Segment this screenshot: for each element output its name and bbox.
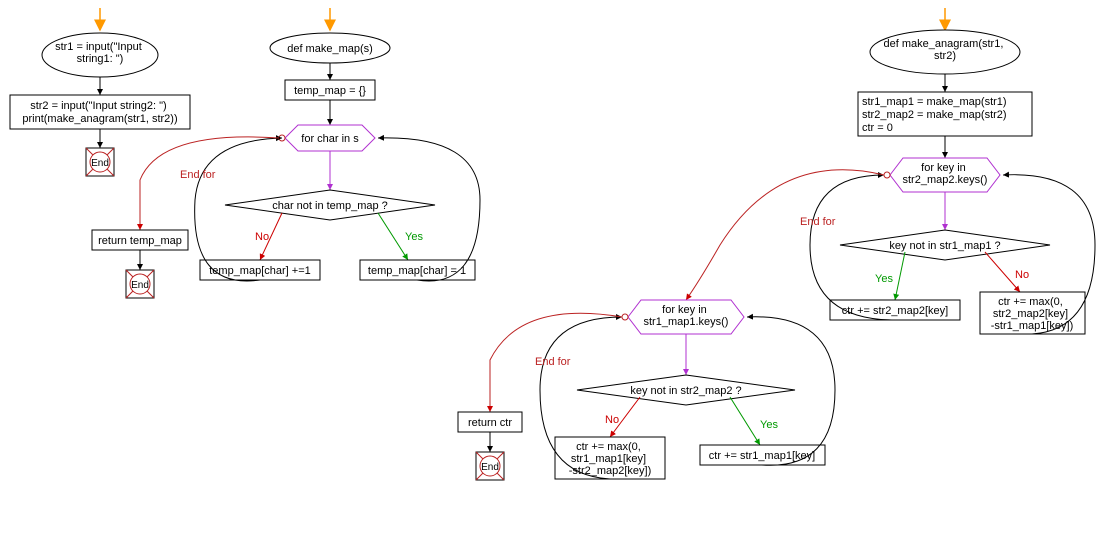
yes2-label: Yes [760,419,778,431]
no2-label: No [605,414,619,426]
end-for1-label: End for [800,216,836,228]
decision1-text: key not in str1_map1 ? [889,240,1000,252]
end-symbol-2: End [126,270,154,298]
decision2-text: key not in str2_map2 ? [630,385,741,397]
flowchart-main: str1 = input("Input string1: ") str2 = i… [10,8,190,176]
for-loop-text: for char in s [301,133,359,145]
end-symbol-3: End [476,452,504,480]
end-for-label: End for [180,169,216,181]
return-text: return temp_map [98,235,182,247]
end-label-3: End [481,462,499,473]
flowchart-make-anagram: def make_anagram(str1, str2) str1_map1 =… [458,8,1095,480]
init-text: temp_map = {} [294,85,366,97]
end-label-2: End [131,280,149,291]
no-text: temp_map[char] +=1 [209,265,311,277]
def-text: def make_map(s) [287,43,373,55]
end-symbol: End [86,148,114,176]
no2-text: ctr += max(0, str1_map1[key] -str2_map2[… [569,441,652,477]
end-for2-label: End for [535,356,571,368]
yes-label: Yes [405,231,423,243]
end-label: End [91,158,109,169]
yes-text: temp_map[char] = 1 [368,265,466,277]
return-text-3: return ctr [468,417,512,429]
decision-text: char not in temp_map ? [272,200,388,212]
process-text: str2 = input("Input string2: ") print(ma… [22,100,177,125]
yes1-label: Yes [875,273,893,285]
no1-label: No [1015,269,1029,281]
no-label: No [255,231,269,243]
